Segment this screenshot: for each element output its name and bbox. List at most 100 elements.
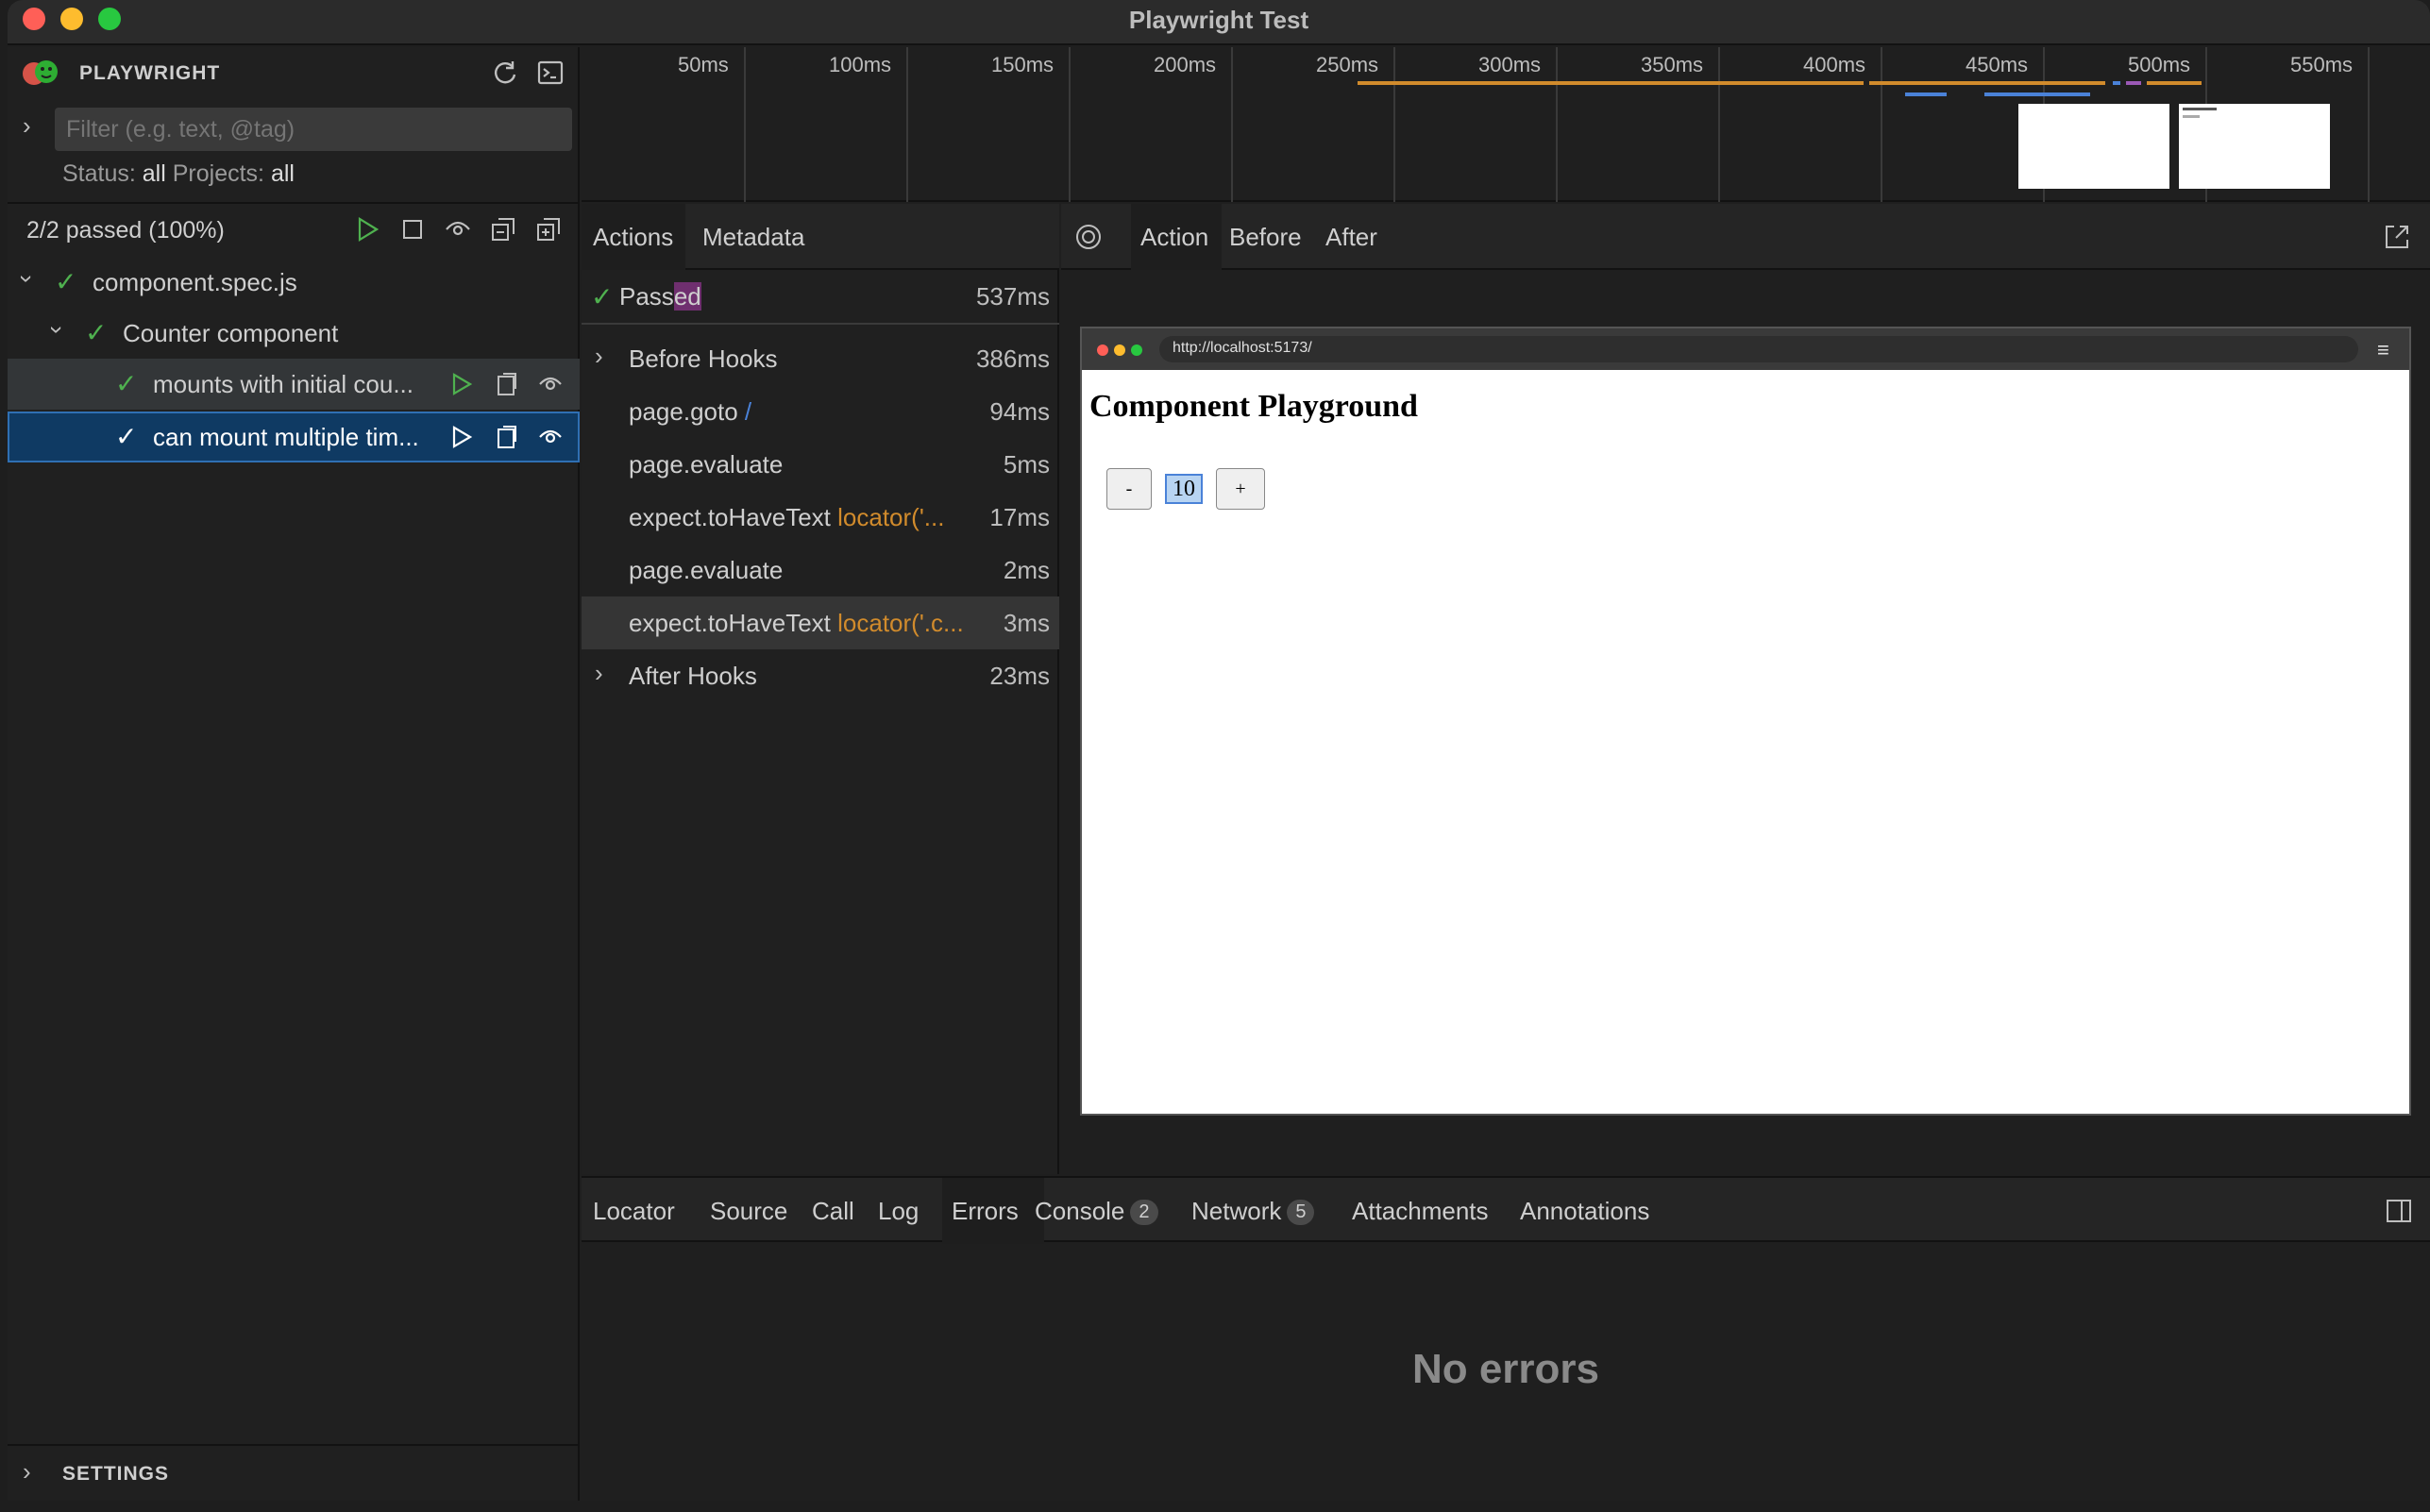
timeline-bar[interactable]	[2147, 81, 2202, 85]
snapshot-url: http://localhost:5173/	[1159, 336, 2358, 362]
watch-all-icon[interactable]	[442, 213, 474, 245]
timeline-snapshot-thumbnail[interactable]	[2179, 104, 2330, 189]
go-to-source-icon[interactable]	[491, 421, 523, 453]
tree-test-name: mounts with initial cou...	[153, 370, 414, 398]
timeline-bar[interactable]	[2113, 81, 2120, 85]
status-value[interactable]: all	[143, 160, 166, 187]
decrement-button[interactable]: -	[1106, 468, 1152, 510]
action-row-selected[interactable]: expect.toHaveText locator('.c... 3ms	[582, 596, 1059, 649]
timeline-tick-label: 550ms	[2290, 53, 2354, 76]
timeline[interactable]: 50ms 100ms 150ms 200ms 250ms 300ms 350ms…	[582, 47, 2430, 202]
action-name: page.evaluate	[629, 556, 784, 584]
run-test-icon[interactable]	[446, 421, 478, 453]
browser-dot-yellow	[1114, 344, 1125, 356]
tab-call[interactable]: Call	[812, 1197, 854, 1226]
details-panel: Locator Source Call Log Errors Console 2 …	[582, 1176, 2430, 1501]
tab-actions[interactable]: Actions	[593, 223, 673, 252]
action-row[interactable]: page.evaluate 5ms	[582, 438, 1059, 491]
action-name: Before Hooks	[629, 344, 778, 373]
sidebar-brand: PLAYWRIGHT	[79, 62, 221, 84]
timeline-bar[interactable]	[1869, 81, 2105, 85]
open-external-icon[interactable]	[2381, 221, 2413, 253]
terminal-icon[interactable]	[534, 57, 566, 89]
tab-action[interactable]: Action	[1140, 223, 1208, 252]
run-test-icon[interactable]	[446, 368, 478, 400]
chevron-right-icon[interactable]: ›	[23, 1457, 31, 1487]
action-row[interactable]: expect.toHaveText locator('... 17ms	[582, 491, 1059, 544]
chevron-right-icon[interactable]: ›	[595, 659, 603, 688]
passed-check-icon: ✓	[85, 318, 108, 347]
expand-filters-icon[interactable]: ›	[23, 111, 31, 141]
action-row[interactable]: › Before Hooks 386ms	[582, 332, 1059, 385]
increment-button[interactable]: +	[1216, 468, 1265, 510]
chevron-right-icon[interactable]: ›	[595, 342, 603, 371]
passed-check-icon: ✓	[115, 369, 138, 398]
watch-test-icon[interactable]	[534, 368, 566, 400]
tab-after[interactable]: After	[1325, 223, 1377, 252]
chevron-down-icon[interactable]: ›	[12, 275, 42, 283]
timeline-snapshot-thumbnail[interactable]	[2018, 104, 2169, 189]
tree-file-row[interactable]: › ✓ component.spec.js	[8, 257, 580, 308]
timeline-gridline	[1069, 47, 1071, 202]
action-row[interactable]: page.goto / 94ms	[582, 385, 1059, 438]
status-row: ✓ Passed 537ms	[582, 270, 1059, 325]
action-duration: 94ms	[989, 397, 1050, 426]
tab-locator[interactable]: Locator	[593, 1197, 675, 1226]
toggle-layout-icon[interactable]	[2383, 1195, 2415, 1227]
test-sidebar: PLAYWRIGHT › Status: all Projects: all 2…	[8, 47, 580, 1501]
timeline-bar[interactable]	[1984, 92, 2090, 96]
timeline-bar[interactable]	[1358, 81, 1864, 85]
collapse-all-icon[interactable]	[487, 213, 519, 245]
watch-test-icon[interactable]	[534, 421, 566, 453]
timeline-gridline	[1393, 47, 1395, 202]
action-duration: 5ms	[1003, 450, 1050, 479]
timeline-tick-label: 400ms	[1803, 53, 1866, 76]
timeline-tick-label: 50ms	[678, 53, 729, 76]
tree-test-row-selected[interactable]: ✓ can mount multiple tim...	[8, 412, 580, 462]
timeline-gridline	[906, 47, 908, 202]
run-all-icon[interactable]	[351, 213, 383, 245]
divider	[8, 1444, 580, 1446]
tab-console[interactable]: Console 2	[1035, 1197, 1158, 1226]
action-row[interactable]: › After Hooks 23ms	[582, 649, 1059, 702]
go-to-source-icon[interactable]	[491, 368, 523, 400]
timeline-gridline	[744, 47, 746, 202]
status-label: Status:	[62, 160, 136, 187]
action-row[interactable]: page.evaluate 2ms	[582, 544, 1059, 596]
timeline-tick-label: 100ms	[829, 53, 892, 76]
timeline-tick-label: 300ms	[1478, 53, 1542, 76]
tab-annotations[interactable]: Annotations	[1520, 1197, 1649, 1226]
action-duration: 2ms	[1003, 556, 1050, 584]
projects-label: Projects:	[172, 160, 265, 187]
details-tabbar: Locator Source Call Log Errors Console 2 …	[582, 1176, 2430, 1244]
passed-check-icon: ✓	[591, 282, 614, 311]
action-name: page.goto /	[629, 397, 752, 426]
reload-icon[interactable]	[489, 57, 521, 89]
projects-value[interactable]: all	[271, 160, 295, 187]
tree-suite-row[interactable]: › ✓ Counter component	[8, 308, 580, 359]
actions-tabbar: Actions Metadata	[582, 204, 1059, 270]
chevron-down-icon[interactable]: ›	[42, 326, 72, 334]
tab-before[interactable]: Before	[1229, 223, 1302, 252]
pick-locator-icon[interactable]	[1072, 221, 1105, 253]
filter-input[interactable]	[55, 108, 572, 151]
tab-network[interactable]: Network 5	[1191, 1197, 1315, 1226]
tab-log[interactable]: Log	[878, 1197, 919, 1226]
timeline-tick-label: 200ms	[1154, 53, 1217, 76]
timeline-gridline	[1718, 47, 1720, 202]
timeline-gridline	[1231, 47, 1233, 202]
menu-icon[interactable]: ≡	[2377, 338, 2389, 362]
expand-all-icon[interactable]	[532, 213, 565, 245]
timeline-bar[interactable]	[1905, 92, 1947, 96]
tab-metadata[interactable]: Metadata	[702, 223, 804, 252]
timeline-tick-label: 250ms	[1316, 53, 1379, 76]
action-name: expect.toHaveText locator('.c...	[629, 609, 964, 637]
tab-source[interactable]: Source	[710, 1197, 787, 1226]
tab-attachments[interactable]: Attachments	[1352, 1197, 1489, 1226]
settings-toggle[interactable]: SETTINGS	[62, 1463, 169, 1486]
stop-icon[interactable]	[397, 213, 429, 245]
timeline-tick-label: 500ms	[2128, 53, 2191, 76]
timeline-bar[interactable]	[2126, 81, 2141, 85]
tab-errors[interactable]: Errors	[952, 1197, 1019, 1226]
tree-test-row[interactable]: ✓ mounts with initial cou...	[8, 359, 580, 410]
